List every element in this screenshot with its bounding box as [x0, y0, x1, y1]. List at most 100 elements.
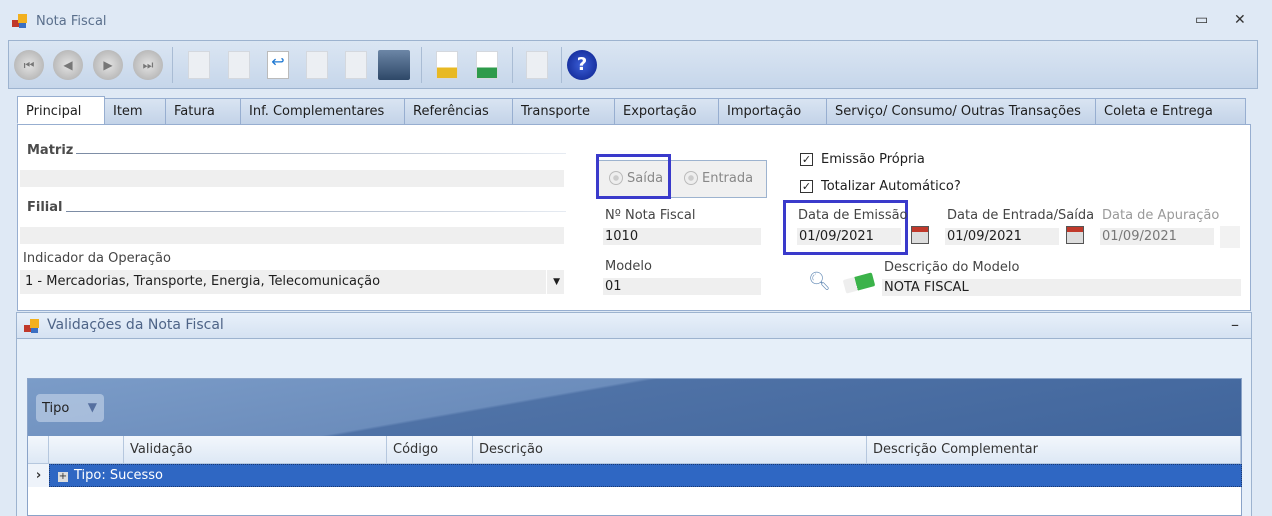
tab-principal[interactable]: Principal — [17, 96, 105, 124]
filial-field[interactable] — [20, 227, 564, 244]
filial-heading: Filial — [27, 200, 63, 215]
first-icon: ⏮ — [14, 50, 44, 80]
eraser-icon[interactable] — [842, 272, 876, 294]
help-button[interactable]: ? — [565, 48, 599, 82]
column-header-descricao[interactable]: Descrição — [473, 436, 867, 464]
tab-servico-consumo[interactable]: Serviço/ Consumo/ Outras Transações — [826, 98, 1096, 125]
new-button[interactable] — [182, 48, 216, 82]
matriz-field[interactable] — [20, 170, 564, 187]
tab-fatura[interactable]: Fatura — [165, 98, 241, 125]
next-record-button[interactable]: ▶ — [91, 48, 125, 82]
last-record-button[interactable]: ⏭ — [131, 48, 165, 82]
desc-modelo-field: NOTA FISCAL — [882, 279, 1241, 296]
radio-icon — [609, 171, 623, 185]
saida-radio[interactable]: Saída — [609, 171, 663, 186]
redo-button[interactable] — [339, 48, 373, 82]
matriz-heading: Matriz — [27, 143, 74, 158]
validacoes-header: Validações da Nota Fiscal – — [16, 312, 1252, 339]
validacoes-grid: Tipo ▼ Validação Código Descrição Descriç… — [27, 378, 1242, 516]
search-icon[interactable]: 🔍︎ — [808, 271, 831, 292]
lock-icon — [526, 51, 548, 79]
tab-transporte[interactable]: Transporte — [512, 98, 615, 125]
report-button[interactable] — [430, 48, 464, 82]
entrada-radio[interactable]: Entrada — [684, 171, 753, 186]
expand-icon[interactable]: + — [58, 472, 68, 482]
table-row[interactable]: + Tipo: Sucesso — [49, 464, 1242, 487]
tab-importacao[interactable]: Importação — [718, 98, 827, 125]
delete-icon — [306, 51, 328, 79]
panel-icon — [24, 318, 40, 334]
indicador-label: Indicador da Operação — [23, 251, 171, 266]
last-icon: ⏭ — [133, 50, 163, 80]
separator — [512, 47, 513, 83]
calendar-icon[interactable] — [1066, 226, 1084, 244]
app-icon — [12, 13, 28, 29]
redo-icon — [345, 51, 367, 79]
close-button[interactable]: ✕ — [1234, 12, 1246, 28]
save-button[interactable] — [377, 48, 411, 82]
group-by-label: Tipo — [42, 401, 70, 416]
indicador-select[interactable]: 1 - Mercadorias, Transporte, Energia, Te… — [20, 270, 564, 294]
calendar-disabled-icon — [1220, 226, 1240, 248]
group-column-header — [49, 436, 124, 464]
tab-inf-complementares[interactable]: Inf. Complementares — [240, 98, 405, 125]
report-sum-icon — [476, 51, 498, 79]
separator — [172, 47, 173, 83]
data-apuracao-label: Data de Apuração — [1102, 208, 1220, 223]
help-icon: ? — [567, 50, 597, 80]
column-header-codigo[interactable]: Código — [387, 436, 473, 464]
divider — [66, 211, 566, 212]
divider — [76, 153, 566, 154]
previous-icon: ◀ — [53, 50, 83, 80]
lock-button[interactable] — [520, 48, 554, 82]
row-pointer-icon: › — [28, 464, 49, 487]
group-row-label: Tipo: Sucesso — [74, 468, 164, 483]
column-header-descricao-complementar[interactable]: Descrição Complementar — [867, 436, 1241, 464]
toolbar: ⏮ ◀ ▶ ⏭ ↩ ? — [8, 40, 1258, 89]
tab-referencias[interactable]: Referências — [404, 98, 513, 125]
validacoes-title: Validações da Nota Fiscal — [47, 317, 224, 333]
data-entrada-label: Data de Entrada/Saída — [947, 208, 1095, 223]
column-header-validacao[interactable]: Validação — [124, 436, 387, 464]
tab-coleta-entrega[interactable]: Coleta e Entrega — [1095, 98, 1246, 125]
separator — [561, 47, 562, 83]
previous-record-button[interactable]: ◀ — [51, 48, 85, 82]
emissao-propria-checkbox[interactable]: ✓ Emissão Própria — [800, 152, 925, 167]
totalizar-checkbox[interactable]: ✓ Totalizar Automático? — [800, 179, 961, 194]
calendar-icon[interactable] — [911, 226, 929, 244]
undo-button[interactable]: ↩ — [261, 48, 295, 82]
data-emissao-field[interactable]: 01/09/2021 — [797, 228, 901, 245]
row-indicator-header — [28, 436, 49, 464]
modelo-field[interactable]: 01 — [603, 278, 761, 295]
tab-exportacao[interactable]: Exportação — [614, 98, 719, 125]
checkbox-checked-icon: ✓ — [800, 180, 813, 193]
modelo-label: Modelo — [605, 259, 652, 274]
minimize-button[interactable]: ▭ — [1195, 12, 1208, 28]
totalizar-label: Totalizar Automático? — [821, 179, 961, 194]
sum-report-button[interactable] — [470, 48, 504, 82]
separator — [421, 47, 422, 83]
report-coins-icon — [436, 51, 458, 79]
radio-icon — [684, 171, 698, 185]
new-icon — [188, 51, 210, 79]
first-record-button[interactable]: ⏮ — [12, 48, 46, 82]
edit-button[interactable] — [222, 48, 256, 82]
next-icon: ▶ — [93, 50, 123, 80]
delete-button[interactable] — [300, 48, 334, 82]
group-by-panel — [28, 379, 1241, 436]
principal-panel: Matriz Filial Indicador da Operação 1 - … — [17, 124, 1251, 311]
data-apuracao-field: 01/09/2021 — [1100, 228, 1214, 245]
nf-label: Nº Nota Fiscal — [605, 208, 696, 223]
collapse-button[interactable]: – — [1231, 315, 1239, 334]
checkbox-checked-icon: ✓ — [800, 153, 813, 166]
tab-item[interactable]: Item — [104, 98, 166, 125]
group-by-tipo-button[interactable]: Tipo ▼ — [36, 394, 104, 422]
entrada-label: Entrada — [702, 171, 754, 186]
window-title: Nota Fiscal — [36, 14, 107, 29]
saida-label: Saída — [627, 171, 664, 186]
filter-dropdown-icon: ▼ — [87, 400, 97, 414]
data-entrada-field[interactable]: 01/09/2021 — [945, 228, 1059, 245]
save-icon — [378, 50, 410, 80]
nf-field[interactable]: 1010 — [603, 228, 761, 245]
indicador-value: 1 - Mercadorias, Transporte, Energia, Te… — [25, 274, 381, 289]
